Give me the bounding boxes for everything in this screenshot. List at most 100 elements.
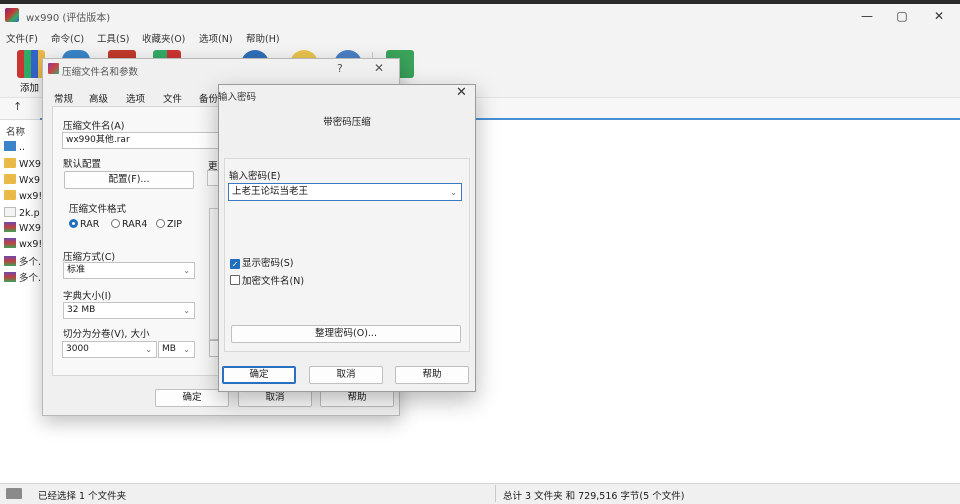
- dialog-close-icon[interactable]: ✕: [374, 61, 384, 75]
- archive-dialog-title: 压缩文件名和参数: [62, 67, 139, 78]
- format-rar4-label: RAR4: [122, 219, 148, 230]
- list-item[interactable]: wx9!: [4, 238, 42, 252]
- rar-archive-icon: [4, 272, 16, 282]
- format-rar4-radio[interactable]: RAR4: [111, 219, 147, 230]
- show-password-label: 显示密码(S): [242, 258, 294, 269]
- parent-folder-icon: [4, 141, 16, 151]
- menu-file[interactable]: 文件(F): [6, 31, 38, 45]
- split-size-value: 3000: [66, 344, 89, 354]
- archive-name-input[interactable]: wx990其他.rar: [62, 132, 222, 149]
- dictionary-size-value: 32 MB: [67, 305, 96, 315]
- list-item[interactable]: Wx9: [4, 174, 40, 188]
- default-profile-label: 默认配置: [63, 159, 102, 170]
- minimize-button[interactable]: —: [850, 6, 884, 26]
- radio-selected-icon: [69, 219, 78, 228]
- password-label: 输入密码(E): [229, 171, 281, 182]
- chevron-down-icon[interactable]: ⌄: [450, 185, 457, 201]
- password-dialog-close-icon[interactable]: ✕: [456, 85, 467, 100]
- file-name: wx9!: [19, 191, 43, 202]
- status-divider: [495, 485, 496, 502]
- format-zip-radio[interactable]: ZIP: [156, 219, 182, 230]
- tab-files[interactable]: 文件: [163, 91, 182, 105]
- window-title: wx990 (评估版本): [26, 13, 111, 24]
- compression-method-value: 标准: [67, 265, 86, 275]
- password-dialog-heading: 带密码压缩: [323, 117, 371, 128]
- profiles-button[interactable]: 配置(F)...: [64, 171, 194, 189]
- menu-tools[interactable]: 工具(S): [97, 31, 129, 45]
- status-selection: 已经选择 1 个文件夹: [38, 491, 127, 502]
- folder-icon: [4, 174, 16, 184]
- file-name: 2k.p: [19, 208, 40, 219]
- chevron-down-icon: ⌄: [183, 345, 190, 354]
- list-item[interactable]: 2k.p: [4, 207, 40, 221]
- split-volumes-label: 切分为分卷(V), 大小: [63, 329, 150, 340]
- rar-archive-icon: [4, 256, 16, 266]
- password-input[interactable]: 上老王论坛当老王 ⌄: [228, 183, 462, 201]
- archive-format-label: 压缩文件格式: [69, 204, 127, 215]
- file-name: Wx9: [19, 175, 41, 186]
- add-button-label: 添加: [20, 83, 40, 94]
- format-zip-label: ZIP: [167, 219, 183, 230]
- dictionary-size-select[interactable]: 32 MB ⌄: [63, 302, 195, 319]
- dialog-help-icon[interactable]: ?: [337, 62, 343, 75]
- folder-icon: [4, 190, 16, 200]
- list-item[interactable]: 多个...: [4, 270, 47, 284]
- file-name: ..: [19, 142, 26, 153]
- radio-icon: [111, 219, 120, 228]
- menu-help[interactable]: 帮助(H): [246, 31, 280, 45]
- password-help-button[interactable]: 帮助: [395, 366, 469, 384]
- drive-icon: [6, 488, 22, 499]
- list-item[interactable]: ..: [4, 141, 25, 155]
- encrypt-filenames-checkbox[interactable]: 加密文件名(N): [230, 273, 304, 287]
- column-header-name[interactable]: 名称: [6, 124, 25, 138]
- list-item[interactable]: 多个...: [4, 254, 47, 268]
- file-name: WX9: [19, 223, 41, 234]
- compression-method-select[interactable]: 标准 ⌄: [63, 262, 195, 279]
- folder-icon: [4, 158, 16, 168]
- split-size-input[interactable]: 3000 ⌄: [62, 341, 157, 358]
- file-name: wx9!: [19, 239, 43, 250]
- tab-options[interactable]: 选项: [126, 91, 145, 105]
- dictionary-size-label: 字典大小(I): [63, 291, 112, 302]
- tab-advanced[interactable]: 高级: [89, 91, 108, 105]
- menu-options[interactable]: 选项(N): [199, 31, 233, 45]
- list-item[interactable]: WX9: [4, 222, 41, 236]
- status-bar: [0, 483, 960, 504]
- chevron-down-icon: ⌄: [183, 306, 190, 315]
- status-total: 总计 3 文件夹 和 729,516 字节(5 个文件): [503, 491, 685, 502]
- add-icon[interactable]: [17, 50, 45, 78]
- password-ok-button[interactable]: 确定: [222, 366, 296, 384]
- chevron-down-icon: ⌄: [183, 266, 190, 275]
- organize-passwords-button[interactable]: 整理密码(O)...: [231, 325, 461, 343]
- tab-backup[interactable]: 备份: [199, 91, 218, 105]
- password-cancel-button[interactable]: 取消: [309, 366, 383, 384]
- chevron-down-icon: ⌄: [145, 345, 152, 354]
- up-folder-icon[interactable]: ↑: [13, 100, 22, 113]
- archive-name-label: 压缩文件名(A): [63, 121, 125, 132]
- file-icon: [4, 207, 16, 217]
- dialog-app-icon: [48, 63, 59, 74]
- file-name: WX9: [19, 159, 41, 170]
- split-unit-value: MB: [162, 344, 176, 354]
- encrypt-filenames-label: 加密文件名(N): [242, 276, 305, 287]
- list-item[interactable]: wx9!: [4, 190, 42, 204]
- compression-method-label: 压缩方式(C): [63, 252, 116, 263]
- format-rar-radio[interactable]: RAR: [69, 219, 99, 230]
- checkmark-icon: ✓: [230, 259, 240, 269]
- list-item[interactable]: WX9: [4, 158, 41, 172]
- password-value: 上老王论坛当老王: [232, 186, 309, 197]
- menu-favorites[interactable]: 收藏夹(O): [142, 31, 185, 45]
- checkbox-icon: [230, 275, 240, 285]
- split-unit-select[interactable]: MB ⌄: [158, 341, 195, 358]
- format-rar-label: RAR: [80, 219, 100, 230]
- close-button[interactable]: ✕: [922, 6, 956, 26]
- maximize-button[interactable]: ▢: [885, 6, 919, 26]
- rar-archive-icon: [4, 238, 16, 248]
- winrar-logo-icon: [5, 8, 19, 22]
- show-password-checkbox[interactable]: ✓ 显示密码(S): [230, 255, 293, 269]
- title-bar: [0, 4, 960, 28]
- menu-commands[interactable]: 命令(C): [51, 31, 84, 45]
- tab-general[interactable]: 常规: [54, 91, 73, 105]
- radio-icon: [156, 219, 165, 228]
- rar-archive-icon: [4, 222, 16, 232]
